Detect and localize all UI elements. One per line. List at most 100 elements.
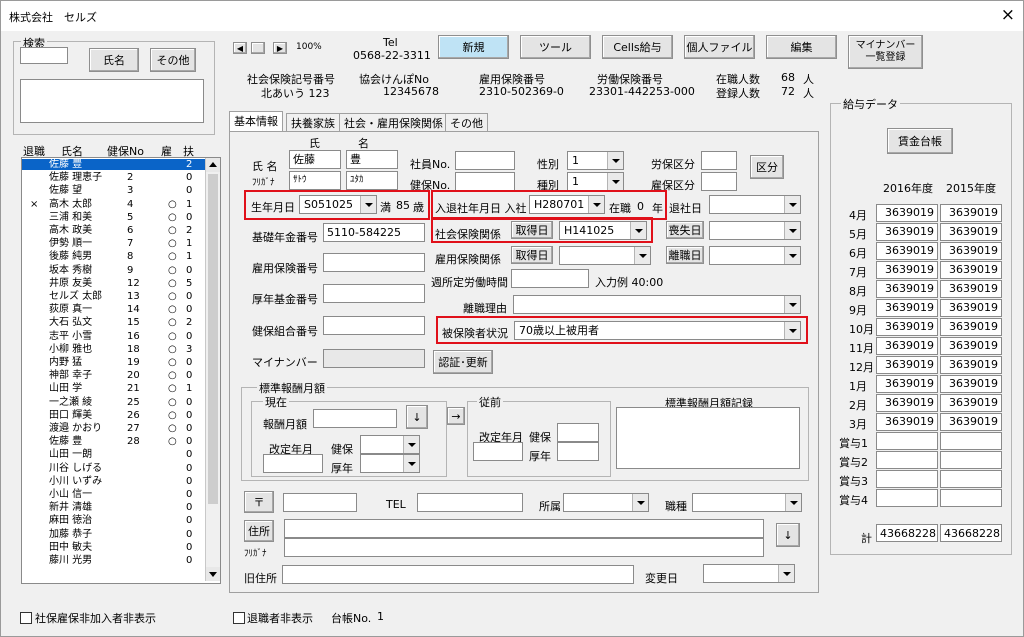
list-item[interactable]: 佐藤 理恵子 2 0 xyxy=(22,172,205,183)
address-kana-input[interactable] xyxy=(284,538,764,557)
hide-uninsured-checkbox[interactable] xyxy=(20,612,32,624)
cells-pay-button[interactable]: Cells給与 xyxy=(602,35,673,59)
personal-file-button[interactable]: 個人ファイル xyxy=(684,35,755,59)
search-other-button[interactable]: その他 xyxy=(150,48,196,72)
list-item[interactable]: 井原 友美 12 ○ 5 xyxy=(22,278,205,289)
pay-2016-cell[interactable]: 3639019 xyxy=(876,204,938,222)
pay-2015-cell[interactable]: 3639019 xyxy=(940,337,1002,355)
pay-2015-cell[interactable]: 3639019 xyxy=(940,242,1002,260)
pay-2016-cell[interactable]: 3639019 xyxy=(876,299,938,317)
pay-2015-cell[interactable]: 3639019 xyxy=(940,204,1002,222)
insured-status-select[interactable]: 70歳以上被用者 xyxy=(514,321,801,340)
chevron-down-icon[interactable] xyxy=(607,152,623,169)
join-select[interactable]: H280701 xyxy=(529,195,605,214)
chevron-down-icon[interactable] xyxy=(785,494,801,511)
address-input[interactable] xyxy=(284,519,764,538)
address-down-button[interactable]: ↓ xyxy=(776,523,800,547)
nav-prev-button[interactable] xyxy=(251,42,265,54)
tools-button[interactable]: ツール xyxy=(520,35,591,59)
pay-2015-cell[interactable]: 3639019 xyxy=(940,299,1002,317)
prev-revise-input[interactable] xyxy=(473,442,523,461)
list-item[interactable]: 新井 清雄 0 xyxy=(22,502,205,513)
pay-2015-cell[interactable]: 3639019 xyxy=(940,394,1002,412)
pay-2016-cell[interactable] xyxy=(876,489,938,507)
edit-button[interactable]: 編集 xyxy=(766,35,837,59)
list-item[interactable]: 大石 弘文 15 ○ 2 xyxy=(22,317,205,328)
pay-2015-cell[interactable]: 3639019 xyxy=(940,261,1002,279)
pay-2016-cell[interactable]: 3639019 xyxy=(876,375,938,393)
pay-2015-cell[interactable]: 3639019 xyxy=(940,413,1002,431)
list-item[interactable]: 三浦 和美 5 ○ 0 xyxy=(22,212,205,223)
list-item[interactable]: 小柳 雅也 18 ○ 3 xyxy=(22,344,205,355)
list-item[interactable]: 小山 信一 0 xyxy=(22,489,205,500)
list-item[interactable]: 渡邉 かおり 27 ○ 0 xyxy=(22,423,205,434)
hide-retired-checkbox[interactable] xyxy=(233,612,245,624)
chevron-down-icon[interactable] xyxy=(784,222,800,239)
list-item[interactable]: 加藤 恭子 0 xyxy=(22,529,205,540)
pay-2016-cell[interactable]: 3639019 xyxy=(876,356,938,374)
list-item[interactable]: 志平 小雪 16 ○ 0 xyxy=(22,331,205,342)
pay-2016-cell[interactable] xyxy=(876,470,938,488)
chevron-down-icon[interactable] xyxy=(784,247,800,264)
nav-next-button[interactable]: ▶ xyxy=(273,42,287,54)
list-item[interactable]: 麻田 徳治 0 xyxy=(22,515,205,526)
pay-2016-cell[interactable]: 3639019 xyxy=(876,223,938,241)
mynumber-input[interactable] xyxy=(323,349,425,368)
list-item[interactable]: 荻原 真一 14 ○ 0 xyxy=(22,304,205,315)
nav-first-button[interactable]: ◀ xyxy=(233,42,247,54)
mynumber-list-button[interactable]: マイナンバー 一覧登録 xyxy=(848,35,923,69)
list-item[interactable]: 内野 猛 19 ○ 0 xyxy=(22,357,205,368)
sei-input[interactable]: 佐藤 xyxy=(289,150,341,169)
dept-select[interactable] xyxy=(563,493,649,512)
search-name-button[interactable]: 氏名 xyxy=(89,48,139,72)
pay-2016-cell[interactable]: 3639019 xyxy=(876,280,938,298)
koho-input[interactable] xyxy=(701,172,737,191)
chevron-down-icon[interactable] xyxy=(360,196,376,213)
chevron-down-icon[interactable] xyxy=(778,565,794,582)
separation-date-button[interactable]: 離職日 xyxy=(666,246,704,264)
koyou-acquire-select[interactable] xyxy=(559,246,651,265)
pay-2016-cell[interactable]: 3639019 xyxy=(876,394,938,412)
change-date-select[interactable] xyxy=(703,564,795,583)
search-result-box[interactable] xyxy=(20,79,204,123)
chevron-down-icon[interactable] xyxy=(403,436,419,453)
leave-select[interactable] xyxy=(709,195,801,214)
scroll-thumb[interactable] xyxy=(208,174,218,504)
chevron-down-icon[interactable] xyxy=(634,247,650,264)
empno-input[interactable] xyxy=(455,151,515,170)
mei-input[interactable]: 豊 xyxy=(346,150,398,169)
koyou-no-input[interactable] xyxy=(323,253,425,272)
tab-dependents[interactable]: 扶養家族 xyxy=(286,113,340,131)
job-select[interactable] xyxy=(692,493,802,512)
list-item[interactable]: 一之瀬 綾 25 ○ 0 xyxy=(22,397,205,408)
rouho-input[interactable] xyxy=(701,151,737,170)
pay-2015-cell[interactable] xyxy=(940,432,1002,450)
tab-insurance[interactable]: 社会・雇用保険関係 xyxy=(339,113,448,131)
prev-kenpo-input[interactable] xyxy=(557,423,599,442)
lose-date-select[interactable] xyxy=(709,221,801,240)
list-item[interactable]: 田中 敏夫 0 xyxy=(22,542,205,553)
pay-2015-cell[interactable] xyxy=(940,489,1002,507)
weekly-hours-input[interactable] xyxy=(511,269,589,288)
tel-input[interactable] xyxy=(417,493,523,512)
list-item[interactable]: 山田 一朗 0 xyxy=(22,449,205,460)
pay-2016-cell[interactable]: 3639019 xyxy=(876,261,938,279)
record-box[interactable] xyxy=(616,407,800,469)
postal-input[interactable] xyxy=(283,493,357,512)
sei-kana-input[interactable]: ｻﾄｳ xyxy=(289,171,341,190)
scroll-up-icon[interactable] xyxy=(206,158,220,172)
chevron-down-icon[interactable] xyxy=(607,173,623,190)
kenpo-std-select[interactable] xyxy=(360,435,420,454)
kumiai-input[interactable] xyxy=(323,316,425,335)
mei-kana-input[interactable]: ﾕﾀｶ xyxy=(346,171,398,190)
sex-select[interactable]: 1 xyxy=(567,151,624,170)
separation-date-select[interactable] xyxy=(709,246,801,265)
wage-ledger-button[interactable]: 賃金台帳 xyxy=(887,128,953,154)
revise-input[interactable] xyxy=(263,454,323,473)
address-button[interactable]: 住所 xyxy=(244,520,274,542)
pay-2016-cell[interactable] xyxy=(876,451,938,469)
list-item[interactable]: 田口 輝美 26 ○ 0 xyxy=(22,410,205,421)
pay-2016-cell[interactable] xyxy=(876,432,938,450)
pay-2016-cell[interactable]: 3639019 xyxy=(876,337,938,355)
list-item[interactable]: 山田 学 21 ○ 1 xyxy=(22,383,205,394)
